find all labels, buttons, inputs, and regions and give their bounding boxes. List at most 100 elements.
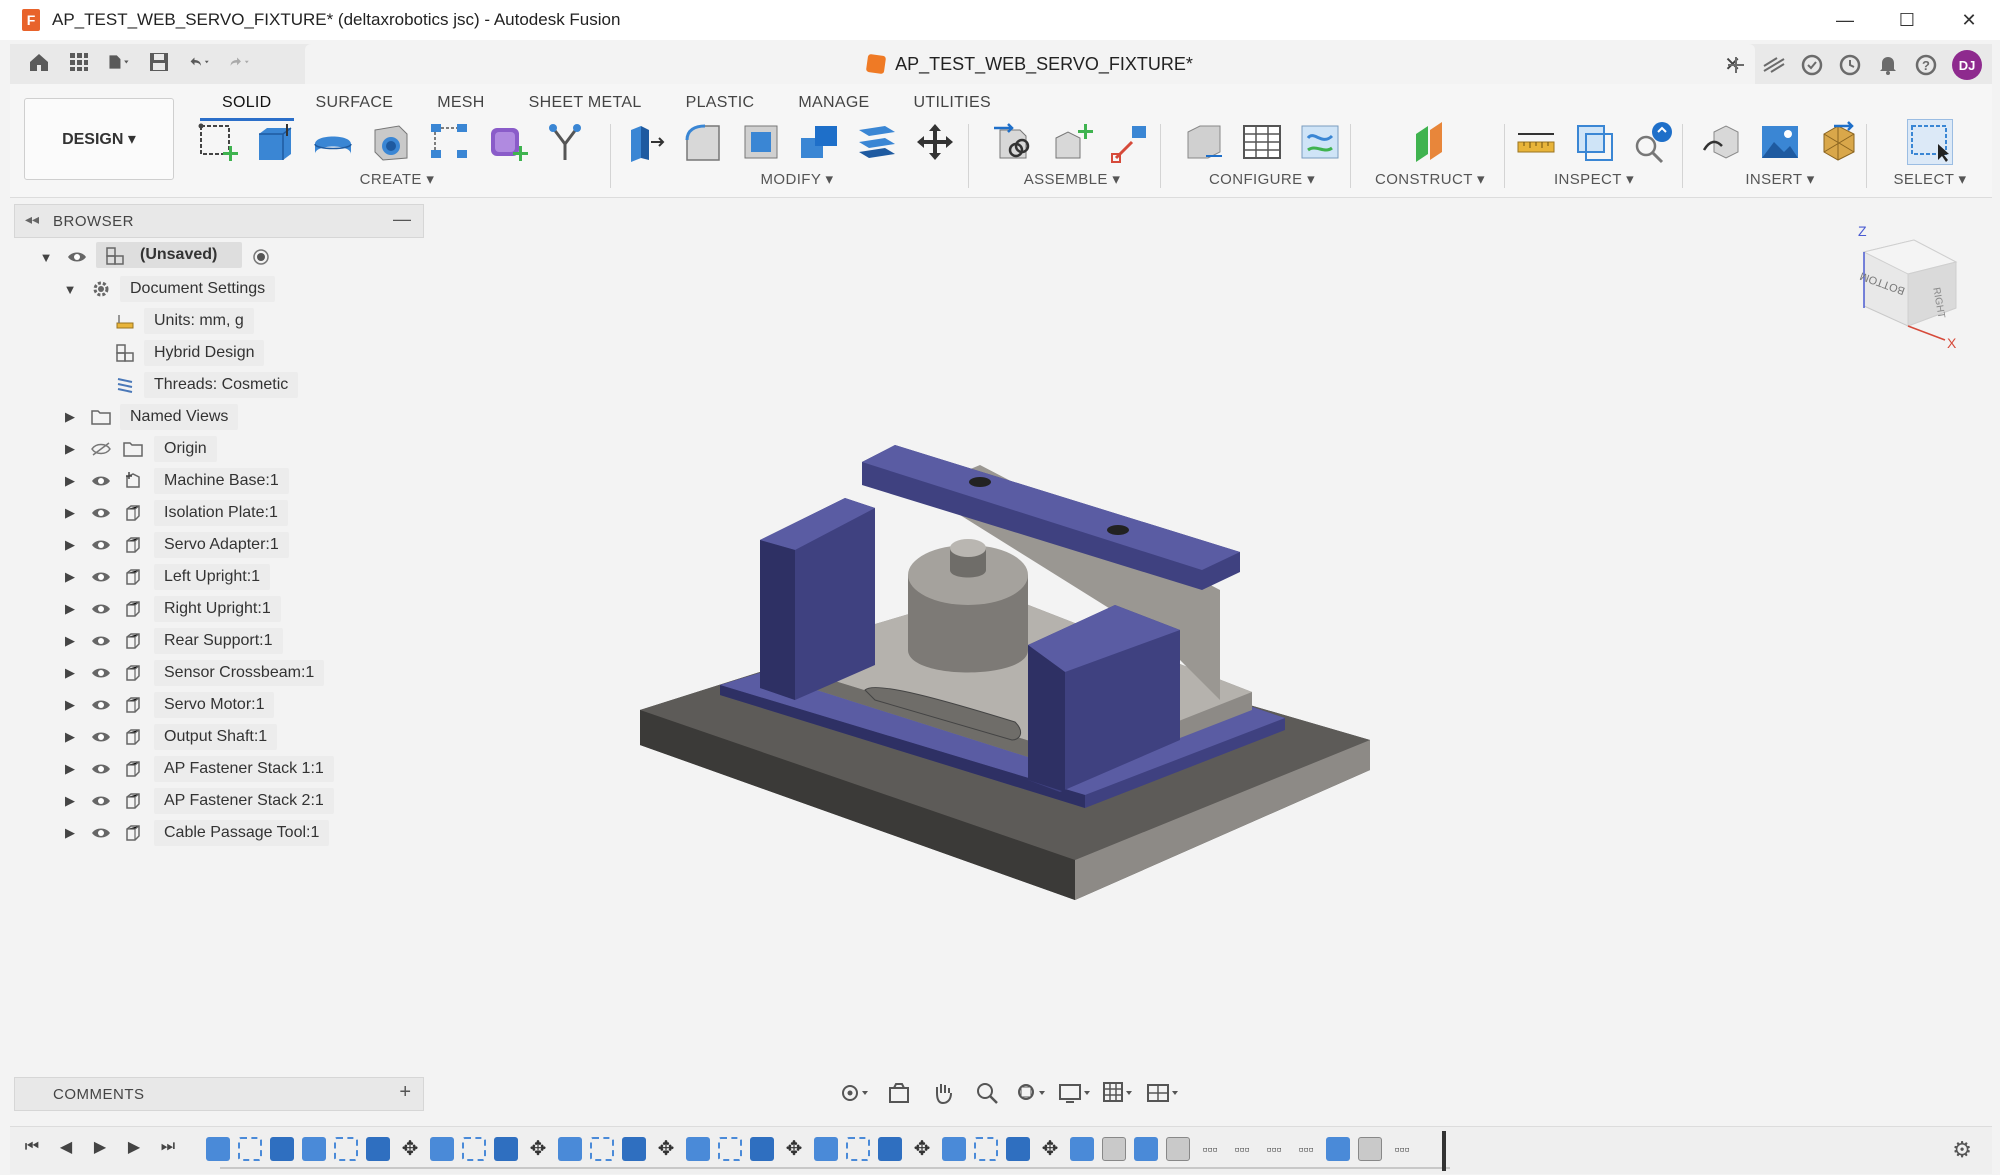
timeline-extrude-feature[interactable] <box>270 1137 294 1161</box>
timeline-extrude-feature[interactable] <box>366 1137 390 1161</box>
visibility-eye-icon[interactable] <box>66 249 88 265</box>
fit-window-icon[interactable] <box>1014 1079 1048 1107</box>
offset-plane-icon[interactable] <box>1407 119 1453 165</box>
timeline-move-feature-icon[interactable]: ✥ <box>910 1137 934 1161</box>
shell-icon[interactable] <box>738 119 784 165</box>
timeline-extrude-feature[interactable] <box>878 1137 902 1161</box>
visibility-eye-icon[interactable] <box>90 569 112 585</box>
go-to-end-icon[interactable]: ⏭ <box>160 1137 176 1157</box>
new-component-icon[interactable] <box>1049 119 1095 165</box>
timeline-sketch-feature[interactable] <box>462 1137 486 1161</box>
minimize-button[interactable]: — <box>1814 0 1876 40</box>
timeline-component-feature[interactable] <box>814 1137 838 1161</box>
timeline-component-feature[interactable] <box>558 1137 582 1161</box>
construct-group-label[interactable]: CONSTRUCT ▾ <box>1360 170 1500 188</box>
expand-caret-icon[interactable]: ▶ <box>62 665 78 681</box>
timeline-move-feature-icon[interactable]: ✥ <box>1038 1137 1062 1161</box>
zoom-icon[interactable] <box>970 1079 1004 1107</box>
model-viewport[interactable] <box>620 440 1380 910</box>
maximize-button[interactable]: ☐ <box>1876 0 1938 40</box>
timeline-sketch-feature[interactable] <box>718 1137 742 1161</box>
data-panel-grid-icon[interactable] <box>68 50 90 74</box>
visibility-eye-icon[interactable] <box>90 665 112 681</box>
add-comment-button[interactable]: + <box>399 1081 411 1104</box>
create-group-label[interactable]: CREATE ▾ <box>194 170 600 188</box>
timeline-hole-feature[interactable] <box>1358 1137 1382 1161</box>
tree-component[interactable]: ▶ Left Upright:1 <box>14 562 424 592</box>
timeline-sketch-feature[interactable] <box>974 1137 998 1161</box>
insert-mesh-icon[interactable] <box>1815 119 1861 165</box>
timeline-sketch-feature[interactable] <box>334 1137 358 1161</box>
tab-surface[interactable]: SURFACE <box>294 88 416 121</box>
visibility-eye-icon[interactable] <box>90 537 112 553</box>
visibility-eye-icon[interactable] <box>90 825 112 841</box>
new-tab-plus-icon[interactable] <box>1724 52 1748 78</box>
pan-hand-icon[interactable] <box>926 1079 960 1107</box>
collapse-caret-icon[interactable]: ▼ <box>62 282 78 297</box>
expand-caret-icon[interactable]: ▶ <box>62 569 78 585</box>
display-component-colors-icon[interactable] <box>1629 119 1675 165</box>
tree-component[interactable]: ▶ Sensor Crossbeam:1 <box>14 658 424 688</box>
tree-setting-hybrid[interactable]: Hybrid Design <box>14 338 424 368</box>
visibility-eye-icon[interactable] <box>90 697 112 713</box>
timeline-move-feature-icon[interactable]: ✥ <box>654 1137 678 1161</box>
file-menu-icon[interactable] <box>108 50 130 74</box>
tab-mesh[interactable]: MESH <box>415 88 506 121</box>
visibility-eye-icon[interactable] <box>90 761 112 777</box>
timeline-settings-gear-icon[interactable]: ⚙ <box>1952 1137 1972 1163</box>
timeline-extrude-feature[interactable] <box>622 1137 646 1161</box>
orbit-icon[interactable] <box>838 1079 872 1107</box>
insert-group-label[interactable]: INSERT ▾ <box>1690 170 1870 188</box>
tree-component[interactable]: ▶ Output Shaft:1 <box>14 722 424 752</box>
tree-component[interactable]: ▶ Rear Support:1 <box>14 626 424 656</box>
canvas-image-icon[interactable] <box>1757 119 1803 165</box>
tree-named-views[interactable]: ▶ Named Views <box>14 402 424 432</box>
change-parameters-icon[interactable] <box>1181 119 1227 165</box>
save-icon[interactable] <box>148 50 170 74</box>
tree-document-settings[interactable]: ▼ Document Settings <box>14 274 424 304</box>
timeline-hole-feature[interactable] <box>1166 1137 1190 1161</box>
tree-component[interactable]: ▶ AP Fastener Stack 2:1 <box>14 786 424 816</box>
redo-icon[interactable] <box>228 50 250 74</box>
timeline-component-feature[interactable] <box>942 1137 966 1161</box>
play-icon[interactable]: ▶ <box>92 1137 108 1157</box>
extrude-icon[interactable] <box>252 119 298 165</box>
expand-caret-icon[interactable]: ▶ <box>62 537 78 553</box>
expand-caret-icon[interactable]: ▶ <box>62 601 78 617</box>
timeline-component-feature[interactable] <box>430 1137 454 1161</box>
home-icon[interactable] <box>28 50 50 74</box>
viewcube[interactable]: Z X BOTTOM RIGHT <box>1850 222 1970 352</box>
tree-component[interactable]: ▶ Servo Adapter:1 <box>14 530 424 560</box>
visibility-eye-icon[interactable] <box>90 729 112 745</box>
measure-icon[interactable] <box>1513 119 1559 165</box>
create-form-icon[interactable] <box>484 119 530 165</box>
expand-caret-icon[interactable]: ▶ <box>62 409 78 425</box>
configure-rules-icon[interactable] <box>1297 119 1343 165</box>
timeline-component-feature[interactable] <box>206 1137 230 1161</box>
undo-icon[interactable] <box>188 50 210 74</box>
timeline-marker[interactable] <box>1442 1131 1446 1171</box>
hidden-eye-icon[interactable] <box>90 441 112 457</box>
expand-caret-icon[interactable]: ▶ <box>62 441 78 457</box>
timeline-move-feature-icon[interactable]: ✥ <box>526 1137 550 1161</box>
expand-caret-icon[interactable]: ▶ <box>62 825 78 841</box>
select-window-icon[interactable] <box>1907 119 1953 165</box>
tree-setting-threads[interactable]: Threads: Cosmetic <box>14 370 424 400</box>
tree-component[interactable]: ▶ Isolation Plate:1 <box>14 498 424 528</box>
timeline-pattern-feature-icon[interactable]: ▫▫▫ <box>1262 1137 1286 1161</box>
visibility-eye-icon[interactable] <box>90 601 112 617</box>
expand-caret-icon[interactable]: ▶ <box>62 505 78 521</box>
job-status-icon[interactable] <box>1800 52 1824 78</box>
expand-caret-icon[interactable]: ▶ <box>62 473 78 489</box>
timeline-component-feature[interactable] <box>302 1137 326 1161</box>
timeline-extrude-feature[interactable] <box>494 1137 518 1161</box>
expand-caret-icon[interactable]: ▶ <box>62 697 78 713</box>
interference-icon[interactable] <box>1571 119 1617 165</box>
timeline-sketch-feature[interactable] <box>846 1137 870 1161</box>
tree-component[interactable]: ▶ Machine Base:1 <box>14 466 424 496</box>
timeline-pattern-feature-icon[interactable]: ▫▫▫ <box>1294 1137 1318 1161</box>
timeline-hole-feature[interactable] <box>1102 1137 1126 1161</box>
visibility-eye-icon[interactable] <box>90 793 112 809</box>
help-icon[interactable]: ? <box>1914 52 1938 78</box>
extensions-icon[interactable] <box>1762 52 1786 78</box>
